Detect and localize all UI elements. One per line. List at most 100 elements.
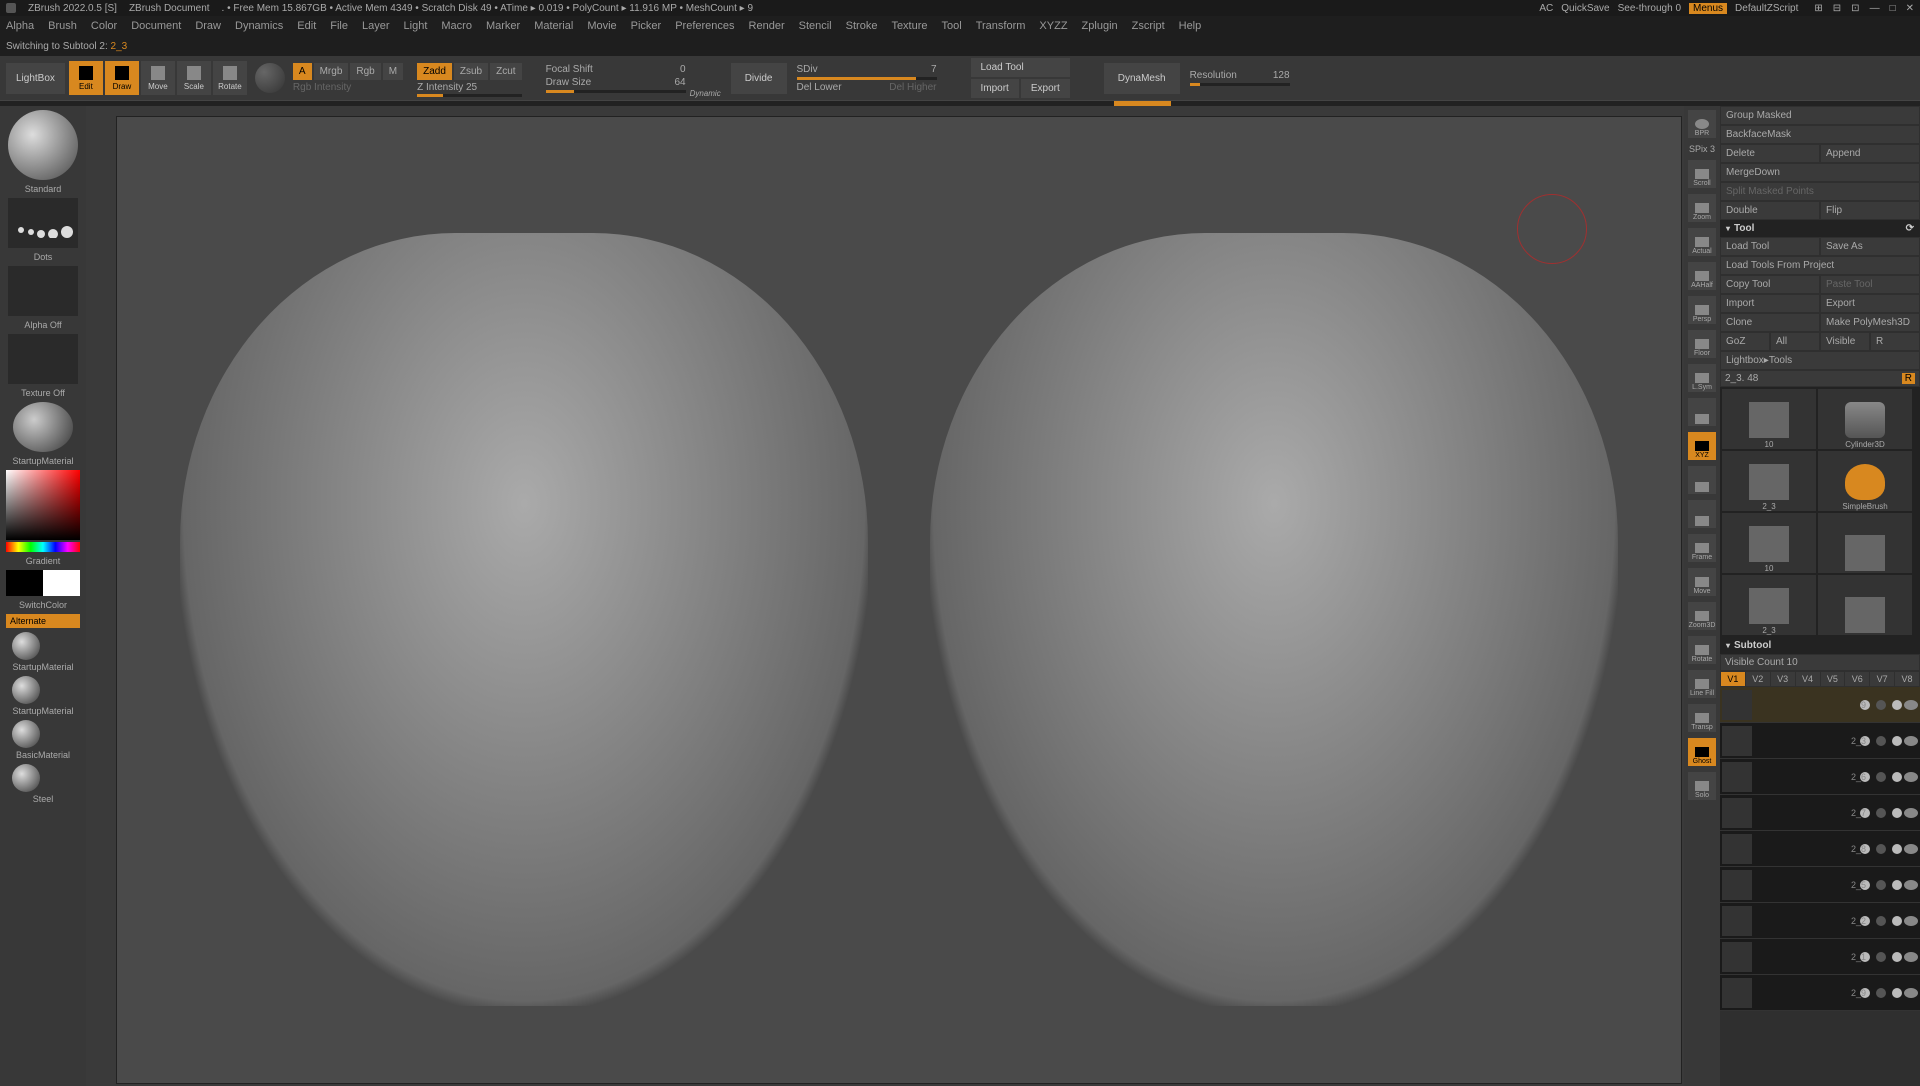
mode-a[interactable]: A [293, 63, 312, 80]
visible-count[interactable]: Visible Count 10 [1721, 655, 1919, 670]
menu-light[interactable]: Light [404, 20, 428, 32]
mode-rgb[interactable]: Rgb [350, 63, 380, 80]
z-intensity-label[interactable]: Z Intensity 25 [417, 82, 477, 93]
lightbox-button[interactable]: LightBox [6, 63, 65, 94]
close-btn[interactable]: ✕ [1906, 3, 1914, 14]
visibility-eye-icon[interactable] [1904, 808, 1918, 818]
default-zscript[interactable]: DefaultZScript [1735, 3, 1798, 14]
load-tool-button[interactable]: Load Tool [971, 58, 1070, 77]
nav-persp[interactable]: Persp [1688, 296, 1716, 324]
nav-frame[interactable]: Frame [1688, 534, 1716, 562]
visibility-eye-icon[interactable] [1904, 916, 1918, 926]
mode-zsub[interactable]: Zsub [454, 63, 488, 80]
minimize-btn[interactable]: — [1870, 3, 1880, 14]
tool-thumb-1[interactable]: Cylinder3D [1818, 389, 1912, 449]
viewset-v1[interactable]: V1 [1721, 672, 1745, 686]
focal-shift-label[interactable]: Focal Shift [546, 64, 593, 75]
copy-tool-button[interactable]: Copy Tool [1721, 276, 1819, 293]
menu-zplugin[interactable]: Zplugin [1082, 20, 1118, 32]
subtool-row-2_1[interactable]: 2_1 [1720, 939, 1920, 975]
nav-zoom3d[interactable]: Zoom3D [1688, 602, 1716, 630]
viewset-v2[interactable]: V2 [1746, 672, 1770, 686]
scale-mode-button[interactable]: Scale [177, 61, 211, 95]
visibility-eye-icon[interactable] [1904, 772, 1918, 782]
subtool-row-2_6[interactable]: 2_6 [1720, 759, 1920, 795]
material-ball[interactable] [12, 632, 40, 660]
menu-help[interactable]: Help [1179, 20, 1202, 32]
resolution-label[interactable]: Resolution [1190, 70, 1237, 81]
import-button[interactable]: Import [971, 79, 1019, 98]
mode-zcut[interactable]: Zcut [490, 63, 521, 80]
menu-dynamics[interactable]: Dynamics [235, 20, 283, 32]
texture-thumb-slot[interactable] [8, 334, 78, 384]
flip-button[interactable]: Flip [1821, 202, 1919, 219]
viewset-v6[interactable]: V6 [1845, 672, 1869, 686]
nav-rotate[interactable]: Rotate [1688, 636, 1716, 664]
subtool-header[interactable]: ▾Subtool [1720, 637, 1920, 654]
split-masked-points-button[interactable]: Split Masked Points [1721, 183, 1919, 200]
group-masked-button[interactable]: Group Masked [1721, 107, 1919, 124]
menu-macro[interactable]: Macro [441, 20, 472, 32]
nav-lsym[interactable]: L.Sym [1688, 364, 1716, 392]
viewset-v3[interactable]: V3 [1771, 672, 1795, 686]
nav-scroll[interactable]: Scroll [1688, 160, 1716, 188]
mergedown-button[interactable]: MergeDown [1721, 164, 1919, 181]
visible-button[interactable]: Visible [1821, 333, 1869, 350]
subtool-row-9[interactable]: 9 [1720, 687, 1920, 723]
sdiv-label[interactable]: SDiv [797, 64, 818, 75]
material-ball[interactable] [12, 764, 40, 792]
subtool-row-2_3[interactable]: 2_3 [1720, 723, 1920, 759]
draw-size-label[interactable]: Draw Size [546, 77, 592, 88]
menu-color[interactable]: Color [91, 20, 117, 32]
nav-solo[interactable]: Solo [1688, 772, 1716, 800]
swatch-secondary[interactable] [43, 570, 80, 596]
hue-strip[interactable] [6, 542, 80, 552]
subtool-row-2_2[interactable]: 2_2 [1720, 903, 1920, 939]
menu-stroke[interactable]: Stroke [846, 20, 878, 32]
mode-mrgb[interactable]: Mrgb [314, 63, 349, 80]
make-polymesh3d-button[interactable]: Make PolyMesh3D [1821, 314, 1919, 331]
stroke-thumb[interactable] [8, 198, 78, 248]
nav-floor[interactable]: Floor [1688, 330, 1716, 358]
nav-actual[interactable]: Actual [1688, 228, 1716, 256]
viewset-v8[interactable]: V8 [1895, 672, 1919, 686]
visibility-eye-icon[interactable] [1904, 736, 1918, 746]
menu-stencil[interactable]: Stencil [799, 20, 832, 32]
menu-edit[interactable]: Edit [297, 20, 316, 32]
nav-zoom[interactable]: Zoom [1688, 194, 1716, 222]
menu-picker[interactable]: Picker [631, 20, 662, 32]
alternate-button[interactable]: Alternate [6, 614, 80, 628]
menu-render[interactable]: Render [749, 20, 785, 32]
export-button[interactable]: Export [1021, 79, 1070, 98]
alpha-thumb[interactable] [8, 266, 78, 316]
move-mode-button[interactable]: Move [141, 61, 175, 95]
clone-button[interactable]: Clone [1721, 314, 1819, 331]
brush-preview-orb[interactable] [255, 63, 285, 93]
subtool-row-2_5[interactable]: 2_5 [1720, 867, 1920, 903]
material-ball[interactable] [12, 676, 40, 704]
spix-slider[interactable]: SPix 3 [1689, 144, 1715, 154]
menu-draw[interactable]: Draw [195, 20, 221, 32]
visibility-eye-icon[interactable] [1904, 988, 1918, 998]
layout-btn-3[interactable]: ⊡ [1851, 3, 1859, 14]
quicksave-button[interactable]: QuickSave [1561, 3, 1609, 14]
tool-thumb-4[interactable]: 10 [1722, 513, 1816, 573]
tool-thumb-2[interactable]: 2_3 [1722, 451, 1816, 511]
paste-tool-button[interactable]: Paste Tool [1821, 276, 1919, 293]
del-lower-button[interactable]: Del Lower [797, 82, 842, 93]
load-tools-from-project-button[interactable]: Load Tools From Project [1721, 257, 1919, 274]
nav-btn10[interactable] [1688, 500, 1716, 528]
nav-xyz[interactable]: XYZ [1688, 432, 1716, 460]
all-button[interactable]: All [1771, 333, 1819, 350]
delete-button[interactable]: Delete [1721, 145, 1819, 162]
draw-mode-button[interactable]: Draw [105, 61, 139, 95]
lightbox-tools-button[interactable]: Lightbox▸Tools [1721, 352, 1919, 369]
export-button[interactable]: Export [1821, 295, 1919, 312]
menus-button[interactable]: Menus [1689, 3, 1727, 14]
save-as-button[interactable]: Save As [1821, 238, 1919, 255]
subtool-row-2_8[interactable]: 2_8 [1720, 831, 1920, 867]
material-ball[interactable] [12, 720, 40, 748]
menu-xyzz[interactable]: XYZZ [1039, 20, 1067, 32]
mode-m[interactable]: M [383, 63, 403, 80]
menu-layer[interactable]: Layer [362, 20, 390, 32]
